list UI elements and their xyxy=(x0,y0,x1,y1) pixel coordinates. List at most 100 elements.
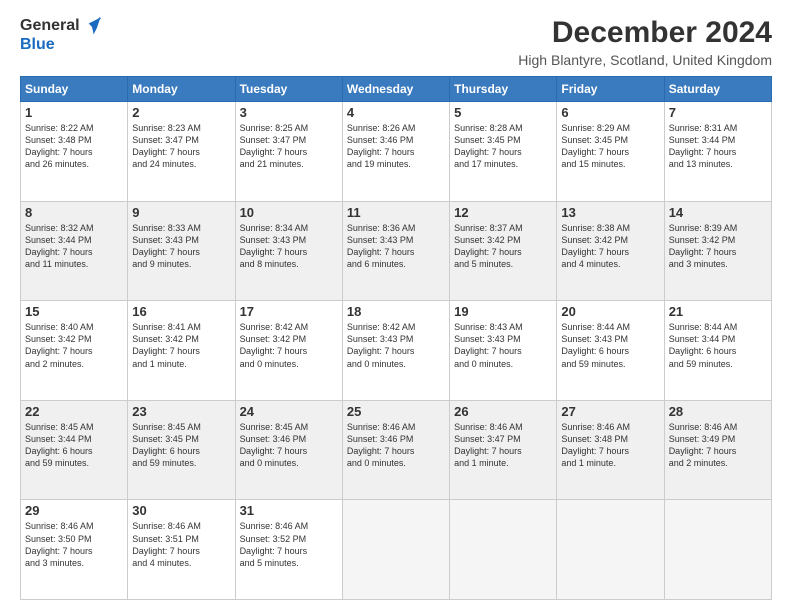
calendar-week-row: 29 Sunrise: 8:46 AM Sunset: 3:50 PM Dayli… xyxy=(21,500,772,600)
day-number: 2 xyxy=(132,105,230,120)
day-number: 20 xyxy=(561,304,659,319)
calendar-header-row: SundayMondayTuesdayWednesdayThursdayFrid… xyxy=(21,77,772,102)
day-info: Sunrise: 8:38 AM Sunset: 3:42 PM Dayligh… xyxy=(561,222,659,271)
calendar-cell: 17 Sunrise: 8:42 AM Sunset: 3:42 PM Dayli… xyxy=(235,301,342,401)
calendar-cell xyxy=(342,500,449,600)
calendar-cell: 15 Sunrise: 8:40 AM Sunset: 3:42 PM Dayli… xyxy=(21,301,128,401)
calendar-cell: 26 Sunrise: 8:46 AM Sunset: 3:47 PM Dayli… xyxy=(450,400,557,500)
calendar-cell: 27 Sunrise: 8:46 AM Sunset: 3:48 PM Dayli… xyxy=(557,400,664,500)
location: High Blantyre, Scotland, United Kingdom xyxy=(518,52,772,68)
calendar-cell: 10 Sunrise: 8:34 AM Sunset: 3:43 PM Dayli… xyxy=(235,201,342,301)
calendar-week-row: 1 Sunrise: 8:22 AM Sunset: 3:48 PM Daylig… xyxy=(21,102,772,202)
day-number: 9 xyxy=(132,205,230,220)
calendar-cell: 31 Sunrise: 8:46 AM Sunset: 3:52 PM Dayli… xyxy=(235,500,342,600)
day-number: 27 xyxy=(561,404,659,419)
day-number: 4 xyxy=(347,105,445,120)
day-number: 3 xyxy=(240,105,338,120)
day-info: Sunrise: 8:34 AM Sunset: 3:43 PM Dayligh… xyxy=(240,222,338,271)
col-header-friday: Friday xyxy=(557,77,664,102)
logo-bird-icon xyxy=(82,16,102,36)
day-number: 31 xyxy=(240,503,338,518)
header: General Blue December 2024 High Blantyre… xyxy=(20,16,772,68)
day-info: Sunrise: 8:26 AM Sunset: 3:46 PM Dayligh… xyxy=(347,122,445,171)
title-section: December 2024 High Blantyre, Scotland, U… xyxy=(518,16,772,68)
calendar-cell: 16Sunrise: 8:41 AM Sunset: 3:42 PM Dayli… xyxy=(128,301,235,401)
calendar-week-row: 22 Sunrise: 8:45 AM Sunset: 3:44 PM Dayli… xyxy=(21,400,772,500)
day-info: Sunrise: 8:45 AM Sunset: 3:45 PM Dayligh… xyxy=(132,421,230,470)
day-info: Sunrise: 8:28 AM Sunset: 3:45 PM Dayligh… xyxy=(454,122,552,171)
calendar-cell: 6Sunrise: 8:29 AM Sunset: 3:45 PM Daylig… xyxy=(557,102,664,202)
day-info: Sunrise: 8:41 AM Sunset: 3:42 PM Dayligh… xyxy=(132,321,230,370)
calendar-cell xyxy=(557,500,664,600)
month-title: December 2024 xyxy=(518,16,772,50)
calendar-week-row: 8 Sunrise: 8:32 AM Sunset: 3:44 PM Daylig… xyxy=(21,201,772,301)
col-header-tuesday: Tuesday xyxy=(235,77,342,102)
day-info: Sunrise: 8:42 AM Sunset: 3:42 PM Dayligh… xyxy=(240,321,338,370)
day-number: 21 xyxy=(669,304,767,319)
day-number: 30 xyxy=(132,503,230,518)
day-info: Sunrise: 8:46 AM Sunset: 3:50 PM Dayligh… xyxy=(25,520,123,569)
calendar-cell: 2Sunrise: 8:23 AM Sunset: 3:47 PM Daylig… xyxy=(128,102,235,202)
day-info: Sunrise: 8:46 AM Sunset: 3:52 PM Dayligh… xyxy=(240,520,338,569)
logo-blue-text: Blue xyxy=(20,36,55,54)
calendar-table: SundayMondayTuesdayWednesdayThursdayFrid… xyxy=(20,76,772,600)
day-info: Sunrise: 8:46 AM Sunset: 3:48 PM Dayligh… xyxy=(561,421,659,470)
day-number: 22 xyxy=(25,404,123,419)
day-number: 5 xyxy=(454,105,552,120)
day-number: 10 xyxy=(240,205,338,220)
day-info: Sunrise: 8:36 AM Sunset: 3:43 PM Dayligh… xyxy=(347,222,445,271)
day-number: 15 xyxy=(25,304,123,319)
day-info: Sunrise: 8:46 AM Sunset: 3:47 PM Dayligh… xyxy=(454,421,552,470)
calendar-cell: 21 Sunrise: 8:44 AM Sunset: 3:44 PM Dayli… xyxy=(664,301,771,401)
col-header-wednesday: Wednesday xyxy=(342,77,449,102)
logo-general-text: General xyxy=(20,17,80,35)
calendar-cell: 29 Sunrise: 8:46 AM Sunset: 3:50 PM Dayli… xyxy=(21,500,128,600)
day-info: Sunrise: 8:40 AM Sunset: 3:42 PM Dayligh… xyxy=(25,321,123,370)
day-info: Sunrise: 8:32 AM Sunset: 3:44 PM Dayligh… xyxy=(25,222,123,271)
day-info: Sunrise: 8:46 AM Sunset: 3:51 PM Dayligh… xyxy=(132,520,230,569)
day-info: Sunrise: 8:39 AM Sunset: 3:42 PM Dayligh… xyxy=(669,222,767,271)
calendar-cell: 23Sunrise: 8:45 AM Sunset: 3:45 PM Dayli… xyxy=(128,400,235,500)
day-number: 25 xyxy=(347,404,445,419)
calendar-cell: 24 Sunrise: 8:45 AM Sunset: 3:46 PM Dayli… xyxy=(235,400,342,500)
calendar-cell: 8 Sunrise: 8:32 AM Sunset: 3:44 PM Daylig… xyxy=(21,201,128,301)
day-number: 11 xyxy=(347,205,445,220)
calendar-cell: 5 Sunrise: 8:28 AM Sunset: 3:45 PM Daylig… xyxy=(450,102,557,202)
day-number: 8 xyxy=(25,205,123,220)
day-number: 18 xyxy=(347,304,445,319)
day-number: 13 xyxy=(561,205,659,220)
day-info: Sunrise: 8:42 AM Sunset: 3:43 PM Dayligh… xyxy=(347,321,445,370)
col-header-saturday: Saturday xyxy=(664,77,771,102)
calendar-body: 1 Sunrise: 8:22 AM Sunset: 3:48 PM Daylig… xyxy=(21,102,772,600)
day-number: 6 xyxy=(561,105,659,120)
day-number: 29 xyxy=(25,503,123,518)
day-number: 1 xyxy=(25,105,123,120)
day-info: Sunrise: 8:44 AM Sunset: 3:44 PM Dayligh… xyxy=(669,321,767,370)
calendar-cell: 12 Sunrise: 8:37 AM Sunset: 3:42 PM Dayli… xyxy=(450,201,557,301)
col-header-sunday: Sunday xyxy=(21,77,128,102)
day-info: Sunrise: 8:45 AM Sunset: 3:44 PM Dayligh… xyxy=(25,421,123,470)
calendar-cell xyxy=(450,500,557,600)
calendar-cell xyxy=(664,500,771,600)
calendar-cell: 9Sunrise: 8:33 AM Sunset: 3:43 PM Daylig… xyxy=(128,201,235,301)
day-number: 26 xyxy=(454,404,552,419)
day-number: 28 xyxy=(669,404,767,419)
day-number: 24 xyxy=(240,404,338,419)
day-info: Sunrise: 8:37 AM Sunset: 3:42 PM Dayligh… xyxy=(454,222,552,271)
day-info: Sunrise: 8:45 AM Sunset: 3:46 PM Dayligh… xyxy=(240,421,338,470)
calendar-cell: 18 Sunrise: 8:42 AM Sunset: 3:43 PM Dayli… xyxy=(342,301,449,401)
col-header-monday: Monday xyxy=(128,77,235,102)
calendar-cell: 20Sunrise: 8:44 AM Sunset: 3:43 PM Dayli… xyxy=(557,301,664,401)
day-number: 14 xyxy=(669,205,767,220)
calendar-cell: 11 Sunrise: 8:36 AM Sunset: 3:43 PM Dayli… xyxy=(342,201,449,301)
day-number: 12 xyxy=(454,205,552,220)
day-number: 17 xyxy=(240,304,338,319)
calendar-cell: 30 Sunrise: 8:46 AM Sunset: 3:51 PM Dayli… xyxy=(128,500,235,600)
day-number: 7 xyxy=(669,105,767,120)
col-header-thursday: Thursday xyxy=(450,77,557,102)
day-info: Sunrise: 8:22 AM Sunset: 3:48 PM Dayligh… xyxy=(25,122,123,171)
day-info: Sunrise: 8:46 AM Sunset: 3:49 PM Dayligh… xyxy=(669,421,767,470)
calendar-cell: 19Sunrise: 8:43 AM Sunset: 3:43 PM Dayli… xyxy=(450,301,557,401)
day-info: Sunrise: 8:43 AM Sunset: 3:43 PM Dayligh… xyxy=(454,321,552,370)
day-info: Sunrise: 8:25 AM Sunset: 3:47 PM Dayligh… xyxy=(240,122,338,171)
